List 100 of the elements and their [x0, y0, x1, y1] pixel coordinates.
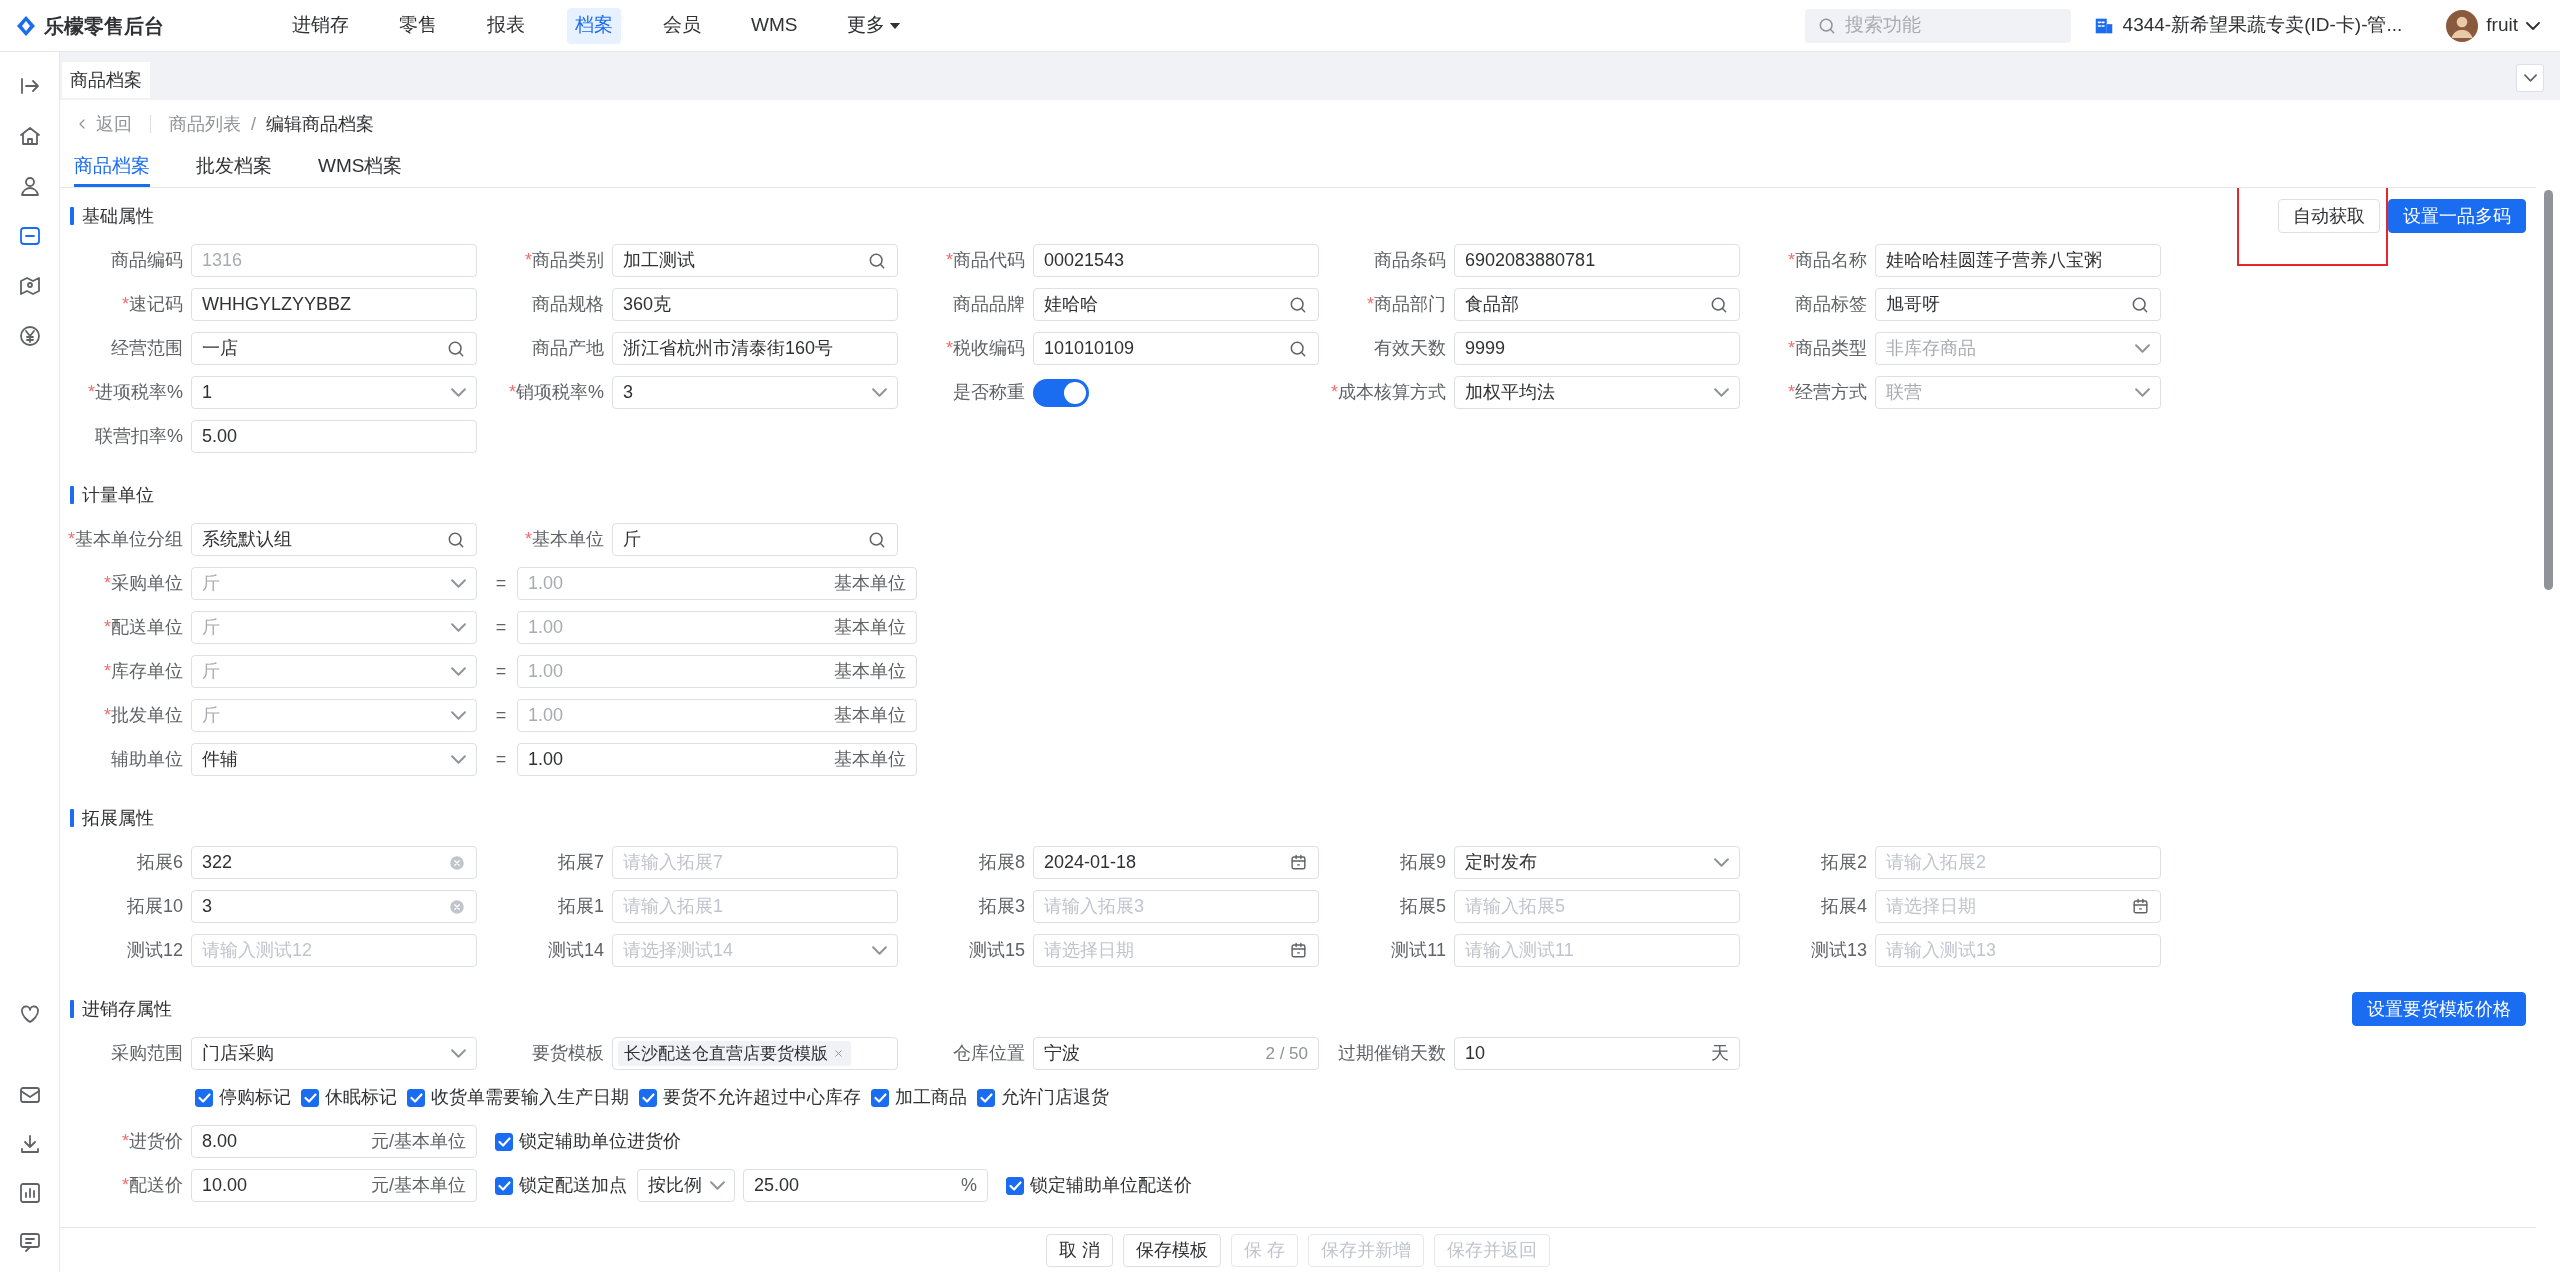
field-label: 联营扣率%: [94, 425, 184, 448]
checkbox[interactable]: [495, 1176, 513, 1195]
chart-icon[interactable]: [17, 1181, 42, 1205]
input-field[interactable]: 9999: [1454, 332, 1740, 365]
home-icon[interactable]: [17, 124, 42, 148]
select-field[interactable]: 按比例: [637, 1169, 735, 1202]
checkbox[interactable]: [495, 1132, 513, 1151]
field-label: *速记码: [121, 293, 184, 316]
action-button[interactable]: 自动获取: [2278, 199, 2380, 233]
field-label: 商品产地: [531, 337, 605, 360]
chevron-down-icon[interactable]: [451, 1049, 466, 1058]
input-field[interactable]: 3: [191, 890, 477, 923]
input-field[interactable]: 1.00 基本单位: [517, 743, 917, 776]
field-label: 经营范围: [110, 337, 184, 360]
input-field[interactable]: 10.00 元/基本单位: [191, 1169, 477, 1202]
checkbox[interactable]: [639, 1088, 657, 1107]
select-field[interactable]: 3: [612, 376, 898, 409]
input-field[interactable]: 00021543: [1033, 244, 1319, 277]
chevron-down-icon[interactable]: [451, 755, 466, 764]
chevron-down-icon[interactable]: [872, 946, 887, 955]
tag-select-field[interactable]: 长沙配送仓直营店要货模版: [612, 1037, 898, 1070]
field-label: 仓库位置: [952, 1042, 1026, 1065]
checkbox[interactable]: [195, 1088, 213, 1107]
nav-item[interactable]: 零售: [391, 7, 445, 44]
input-field[interactable]: 25.00 %: [743, 1169, 988, 1202]
nav-item[interactable]: 报表: [479, 7, 533, 44]
select-field[interactable]: 门店采购: [191, 1037, 477, 1070]
sub-tab[interactable]: 商品档案: [74, 149, 150, 187]
close-icon[interactable]: [832, 1047, 845, 1060]
field-label: *进项税率%: [86, 381, 184, 404]
nav-item[interactable]: 更多: [839, 7, 910, 44]
app-title: 乐檬零售后台: [44, 13, 164, 39]
search-field[interactable]: 101010109: [1033, 332, 1319, 365]
action-button[interactable]: 设置一品多码: [2388, 199, 2526, 233]
search-field[interactable]: 系统默认组: [191, 523, 477, 556]
nav-item[interactable]: WMS: [743, 7, 806, 44]
tag-chip[interactable]: 长沙配送仓直营店要货模版: [618, 1041, 851, 1066]
input-field[interactable]: 宁波 2 / 50: [1033, 1037, 1319, 1070]
yen-icon[interactable]: [17, 324, 42, 348]
footer-button[interactable]: 保存模板: [1123, 1233, 1221, 1267]
scrollbar-thumb[interactable]: [2543, 190, 2553, 590]
chevron-down-icon[interactable]: [1714, 858, 1729, 867]
archive-icon[interactable]: [17, 224, 42, 248]
user-menu[interactable]: fruit: [2446, 8, 2540, 43]
toggle-switch[interactable]: [1033, 378, 1089, 407]
field-label: 拓展8: [978, 851, 1026, 874]
search-field[interactable]: 旭哥呀: [1875, 288, 2161, 321]
input-field[interactable]: WHHGYLZYYBBZ: [191, 288, 477, 321]
chevron-down-icon[interactable]: [872, 388, 887, 397]
tabs-menu-button[interactable]: [2516, 64, 2544, 92]
calendar-icon[interactable]: [2131, 897, 2150, 916]
search-field[interactable]: 娃哈哈: [1033, 288, 1319, 321]
nav-item[interactable]: 进销存: [284, 7, 357, 44]
field-label: *销项税率%: [507, 381, 605, 404]
input-field[interactable]: 5.00: [191, 420, 477, 453]
input-field[interactable]: 322: [191, 846, 477, 879]
field-label: 采购范围: [110, 1042, 184, 1065]
message-icon[interactable]: [17, 1230, 42, 1254]
select-field[interactable]: 定时发布: [1454, 846, 1740, 879]
checkbox[interactable]: [1006, 1176, 1024, 1195]
map-icon[interactable]: [17, 274, 42, 298]
search-field[interactable]: 食品部: [1454, 288, 1740, 321]
field-label: *商品部门: [1366, 293, 1447, 316]
calendar-icon[interactable]: [1289, 853, 1308, 872]
unit-suffix: 基本单位: [834, 660, 906, 683]
input-field[interactable]: 娃哈哈桂圆莲子营养八宝粥: [1875, 244, 2161, 277]
nav-item[interactable]: 档案: [567, 7, 621, 44]
search-field[interactable]: 一店: [191, 332, 477, 365]
date-field[interactable]: 2024-01-18: [1033, 846, 1319, 879]
checkbox[interactable]: [977, 1088, 995, 1107]
search-field[interactable]: 斤: [612, 523, 898, 556]
input-field[interactable]: 360克: [612, 288, 898, 321]
nav-item[interactable]: 会员: [655, 7, 709, 44]
chevron-down-icon[interactable]: [451, 388, 466, 397]
select-field[interactable]: 加权平均法: [1454, 376, 1740, 409]
checkbox[interactable]: [407, 1088, 425, 1107]
select-field[interactable]: 件辅: [191, 743, 477, 776]
input-field[interactable]: 8.00 元/基本单位: [191, 1125, 477, 1158]
input-field[interactable]: 浙江省杭州市清泰街160号: [612, 332, 898, 365]
sub-tab[interactable]: 批发档案: [196, 149, 272, 187]
field-label: *配送价: [121, 1174, 184, 1197]
search-field[interactable]: 加工测试: [612, 244, 898, 277]
checkbox[interactable]: [301, 1088, 319, 1107]
calendar-icon[interactable]: [1289, 941, 1308, 960]
breadcrumb-current: 编辑商品档案: [266, 112, 374, 136]
footer-button[interactable]: 取 消: [1046, 1233, 1113, 1267]
field-label: 拓展1: [557, 895, 605, 918]
input-field[interactable]: 6902083880781: [1454, 244, 1740, 277]
checkbox-label: 加工商品: [895, 1086, 967, 1109]
input-field[interactable]: 10 天: [1454, 1037, 1740, 1070]
page-tab[interactable]: 商品档案: [62, 62, 150, 98]
field-label: 测试11: [1390, 939, 1447, 962]
chevron-down-icon[interactable]: [1714, 388, 1729, 397]
sub-tab[interactable]: WMS档案: [318, 149, 403, 187]
select-field[interactable]: 1: [191, 376, 477, 409]
checkbox[interactable]: [871, 1088, 889, 1107]
store-selector[interactable]: 4344-新希望果蔬专卖(ID-卡)-管...: [2092, 8, 2403, 43]
action-button[interactable]: 设置要货模板价格: [2352, 992, 2526, 1026]
check-icon: [197, 1092, 211, 1103]
chevron-down-icon[interactable]: [710, 1181, 725, 1190]
